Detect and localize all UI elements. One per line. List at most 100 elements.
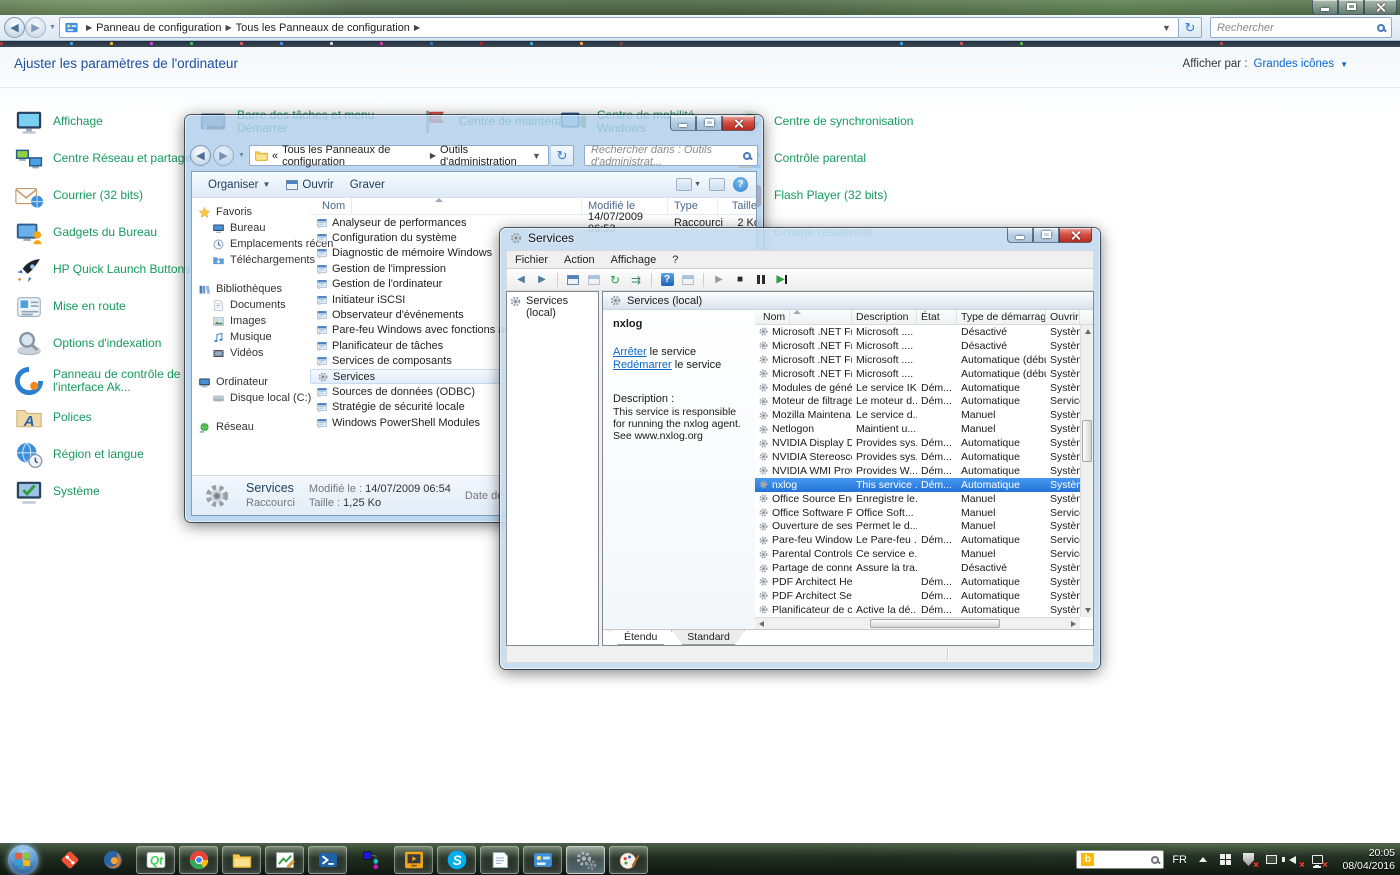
taskbar-button[interactable]: [179, 846, 218, 874]
sidebar-item[interactable]: Disque local (C:): [198, 390, 310, 406]
column-header-description[interactable]: Description: [852, 310, 917, 324]
service-row[interactable]: Microsoft .NET Fr... Microsoft .... Auto…: [755, 367, 1080, 381]
stop-service-link[interactable]: Arrêter: [613, 346, 647, 358]
sidebar-item[interactable]: Documents: [198, 297, 310, 313]
service-row[interactable]: Planificateur de cl... Active la dé... D…: [755, 603, 1080, 617]
service-row[interactable]: Partage de connex... Assure la tra... Dé…: [755, 561, 1080, 575]
service-row[interactable]: nxlog This service ... Dém... Automatiqu…: [755, 478, 1080, 492]
close-button[interactable]: [722, 116, 755, 131]
column-header-size[interactable]: Taille: [718, 198, 756, 214]
control-panel-item[interactable]: Gadgets du Bureau: [14, 214, 204, 251]
network-disconnected-tray-icon[interactable]: [1310, 852, 1325, 867]
view-by-value[interactable]: Grandes icônes: [1254, 58, 1335, 70]
column-header-type[interactable]: Type: [668, 198, 718, 214]
tree-item-services-local[interactable]: Services (local): [526, 295, 596, 319]
back-button[interactable]: ◀: [190, 145, 211, 166]
column-header-logon-as[interactable]: Ouvrir ur: [1046, 310, 1080, 324]
control-panel-item[interactable]: HP Quick Launch Buttons: [14, 251, 204, 288]
column-header-name[interactable]: Nom: [755, 310, 852, 324]
preview-pane-button[interactable]: [709, 178, 725, 191]
menu-item[interactable]: Action: [556, 252, 603, 268]
scroll-up-button[interactable]: [1081, 325, 1093, 338]
horizontal-scrollbar[interactable]: [755, 617, 1080, 629]
clock[interactable]: 20:05 08/04/2016: [1333, 847, 1395, 872]
taskbar-button[interactable]: S: [437, 846, 476, 874]
sidebar-item[interactable]: Musique: [198, 329, 310, 345]
service-row[interactable]: Ouverture de sessi... Permet le d... Man…: [755, 519, 1080, 533]
service-row[interactable]: NVIDIA Stereosco... Provides sys... Dém.…: [755, 450, 1080, 464]
taskbar-button[interactable]: [308, 846, 347, 874]
back-button[interactable]: ◀: [512, 271, 530, 288]
history-dropdown-icon[interactable]: ▼: [49, 24, 56, 31]
menu-item[interactable]: Fichier: [507, 252, 556, 268]
taskbar-button[interactable]: [609, 846, 648, 874]
taskbar-button[interactable]: [222, 846, 261, 874]
column-header-startup-type[interactable]: Type de démarrage: [957, 310, 1046, 324]
forward-button[interactable]: ▶: [533, 271, 551, 288]
column-header-modified[interactable]: Modifié le: [582, 198, 668, 214]
forward-button[interactable]: ▶: [25, 17, 46, 38]
menu-item[interactable]: Affichage: [603, 252, 665, 268]
view-tab[interactable]: Étendu: [609, 630, 672, 645]
volume-muted-tray-icon[interactable]: [1287, 852, 1302, 867]
scroll-right-button[interactable]: [1067, 617, 1080, 629]
breadcrumb-parent[interactable]: Tous les Panneaux de configuration: [282, 144, 426, 168]
service-row[interactable]: NVIDIA WMI Provi... Provides W... Dém...…: [755, 464, 1080, 478]
refresh-button[interactable]: ↻: [1179, 17, 1202, 38]
history-dropdown-icon[interactable]: ▼: [238, 152, 245, 159]
control-panel-item[interactable]: Contrôle parental: [735, 140, 935, 177]
sidebar-item[interactable]: Emplacements récen: [198, 236, 310, 252]
minimize-button[interactable]: [670, 116, 696, 131]
export-list-button[interactable]: ⇉: [627, 271, 645, 288]
taskbar-button[interactable]: [523, 846, 562, 874]
breadcrumb-sub[interactable]: Tous les Panneaux de configuration: [236, 22, 410, 34]
scroll-left-button[interactable]: [755, 617, 768, 629]
help-button[interactable]: ?: [658, 271, 676, 288]
maximize-button[interactable]: [696, 116, 722, 131]
start-service-button[interactable]: ▶: [710, 271, 728, 288]
sidebar-item[interactable]: Images: [198, 313, 310, 329]
service-row[interactable]: Office Source Eng... Enregistre le... Ma…: [755, 492, 1080, 506]
views-button[interactable]: ▼: [676, 178, 701, 191]
host-window-tray-icon[interactable]: [1264, 852, 1279, 867]
scrollbar-thumb[interactable]: [870, 619, 1000, 628]
sidebar-item[interactable]: Réseau: [198, 419, 310, 435]
taskbar-button[interactable]: [50, 846, 89, 874]
service-row[interactable]: Microsoft .NET Fr... Microsoft .... Désa…: [755, 325, 1080, 339]
refresh-button[interactable]: ↻: [606, 271, 624, 288]
back-button[interactable]: ◀: [4, 17, 25, 38]
menu-item[interactable]: ?: [664, 252, 686, 268]
refresh-button[interactable]: ↻: [551, 145, 574, 166]
service-row[interactable]: PDF Architect Hel... Dém... Automatique …: [755, 575, 1080, 589]
close-button[interactable]: [1059, 228, 1092, 243]
language-indicator[interactable]: FR: [1172, 854, 1187, 866]
organize-button[interactable]: Organiser▼: [200, 175, 278, 195]
scroll-down-button[interactable]: [1081, 604, 1093, 617]
open-button[interactable]: Ouvrir: [278, 175, 341, 195]
maximize-button[interactable]: [1033, 228, 1059, 243]
search-box[interactable]: Rechercher dans : Outils d'administrat..…: [584, 145, 758, 166]
taskbar-button[interactable]: [480, 846, 519, 874]
address-dropdown-icon[interactable]: ▼: [529, 151, 544, 161]
service-row[interactable]: Pare-feu Windows Le Pare-feu ... Dém... …: [755, 533, 1080, 547]
start-button[interactable]: [8, 845, 38, 875]
burn-button[interactable]: Graver: [342, 175, 393, 195]
address-dropdown-icon[interactable]: ▼: [1159, 23, 1174, 33]
security-alert-tray-icon[interactable]: [1241, 852, 1256, 867]
minimize-button[interactable]: [1007, 228, 1033, 243]
column-header-state[interactable]: État: [917, 310, 957, 324]
service-row[interactable]: Mozilla Maintena... Le service d... Manu…: [755, 408, 1080, 422]
help-button[interactable]: ?: [733, 177, 748, 192]
maximize-button[interactable]: [1338, 0, 1364, 15]
view-tab[interactable]: Standard: [672, 630, 745, 645]
service-row[interactable]: Parental Controls Ce service e... Manuel…: [755, 547, 1080, 561]
bing-search-box[interactable]: b: [1076, 850, 1164, 869]
control-panel-item[interactable]: Options d'indexation: [14, 325, 204, 362]
control-panel-item[interactable]: Panneau de contrôle de l'interface Ak...: [14, 362, 204, 399]
service-row[interactable]: PDF Architect Serv... Dém... Automatique…: [755, 589, 1080, 603]
scrollbar-thumb[interactable]: [1082, 420, 1092, 462]
control-panel-item[interactable]: Région et langue: [14, 436, 204, 473]
view-by-dropdown-icon[interactable]: ▼: [1340, 60, 1348, 69]
sidebar-item[interactable]: Ordinateur: [198, 374, 310, 390]
forward-button[interactable]: ▶: [213, 145, 234, 166]
